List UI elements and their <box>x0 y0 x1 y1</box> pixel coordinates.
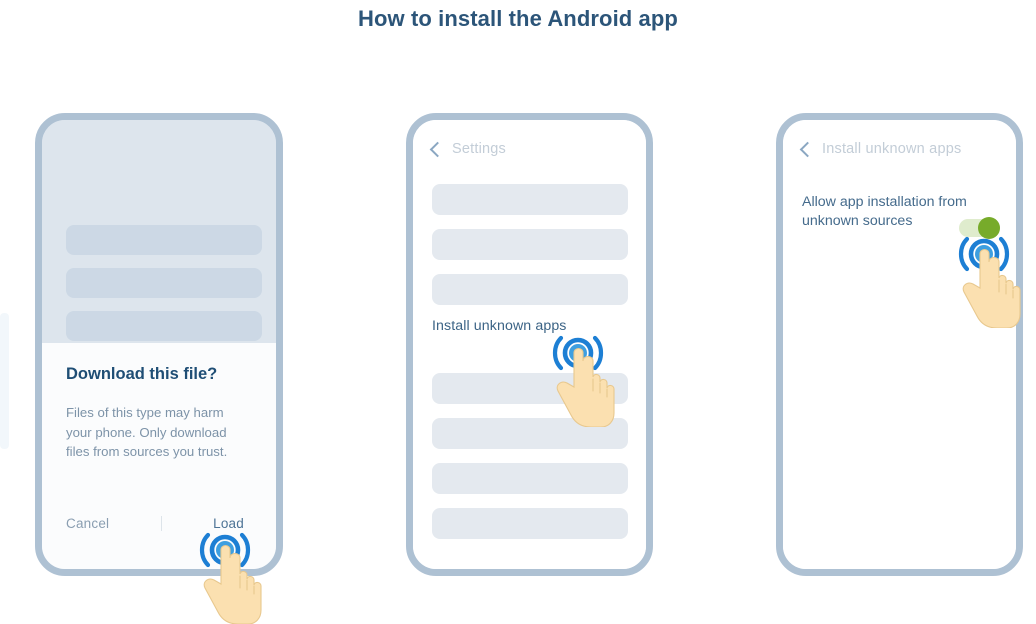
nav-title: Install unknown apps <box>822 141 961 157</box>
phone-mockup-step-1: Download this file? Files of this type m… <box>35 113 283 576</box>
skeleton-bar <box>432 508 628 539</box>
cancel-button[interactable]: Cancel <box>66 516 109 531</box>
dialog-actions: Cancel Load <box>66 516 258 531</box>
skeleton-bar <box>432 373 628 404</box>
page-title: How to install the Android app <box>0 6 1036 32</box>
chevron-left-icon[interactable] <box>430 142 446 158</box>
skeleton-bar <box>66 311 262 341</box>
skeleton-bar <box>432 274 628 305</box>
settings-nav-header: Settings <box>432 141 506 157</box>
toggle-knob <box>978 217 1000 239</box>
skeleton-bar <box>66 225 262 255</box>
skeleton-bar <box>432 229 628 260</box>
dialog-body-text: Files of this type may harm your phone. … <box>66 403 252 462</box>
allow-installation-setting-row: Allow app installation from unknown sour… <box>802 193 1000 232</box>
phone-mockup-step-3: Install unknown apps Allow app installat… <box>776 113 1023 576</box>
settings-item-install-unknown-apps[interactable]: Install unknown apps <box>432 318 567 334</box>
phone-mockup-step-2: Settings Install unknown apps <box>406 113 653 576</box>
dialog-title: Download this file? <box>66 365 252 384</box>
download-dialog: Download this file? Files of this type m… <box>42 343 276 569</box>
action-divider <box>161 516 162 531</box>
install-apps-nav-header: Install unknown apps <box>802 141 961 157</box>
browser-content-skeleton <box>42 120 276 343</box>
install-unknown-apps-screen: Install unknown apps Allow app installat… <box>783 120 1016 569</box>
skeleton-bar <box>432 418 628 449</box>
chevron-left-icon[interactable] <box>800 142 816 158</box>
edge-decoration <box>0 313 9 449</box>
load-button[interactable]: Load <box>213 516 258 531</box>
skeleton-bar <box>66 268 262 298</box>
settings-screen: Settings Install unknown apps <box>413 120 646 569</box>
allow-installation-toggle[interactable] <box>959 219 1000 237</box>
skeleton-bar <box>432 184 628 215</box>
skeleton-bar <box>432 463 628 494</box>
nav-title: Settings <box>452 141 506 157</box>
